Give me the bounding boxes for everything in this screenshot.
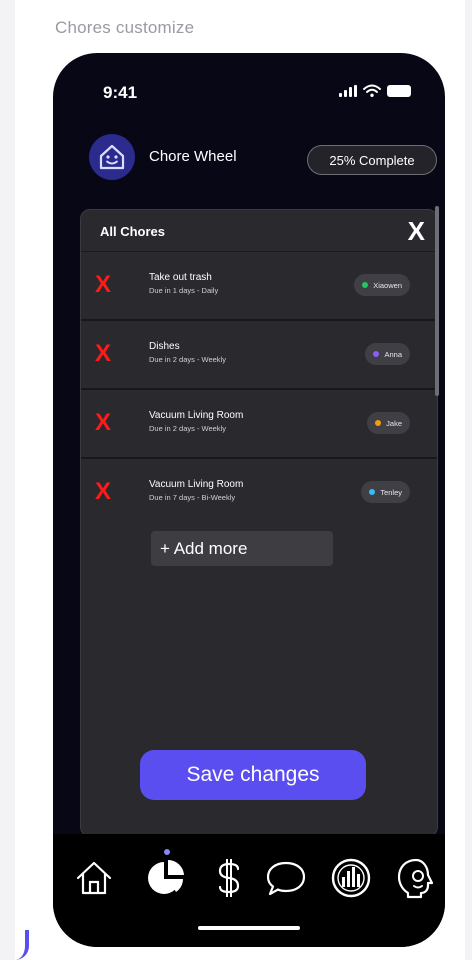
chore-due: Due in 1 days - Daily — [149, 286, 219, 295]
delete-chore-button[interactable]: X — [95, 479, 111, 505]
assignee-badge[interactable]: Anna — [365, 343, 410, 365]
tab-home[interactable] — [71, 855, 117, 901]
home-icon — [76, 861, 112, 895]
stats-icon — [331, 858, 371, 898]
app-header: Chore Wheel 25% Complete — [89, 133, 437, 185]
assignee-name: Jake — [386, 418, 402, 428]
assignee-badge[interactable]: Jake — [367, 412, 410, 434]
pie-chart-icon — [148, 860, 184, 894]
chore-name: Dishes — [149, 341, 180, 352]
status-icons — [339, 84, 411, 97]
progress-badge: 25% Complete — [307, 145, 437, 175]
chore-name: Take out trash — [149, 272, 212, 283]
assignee-color-dot — [373, 351, 380, 357]
phone-screen: 9:41 Chore Wheel 25% Complete All Chores… — [53, 53, 445, 947]
app-title: Chore Wheel — [149, 148, 237, 165]
delete-chore-button[interactable]: X — [95, 272, 111, 298]
tab-stats[interactable] — [328, 855, 374, 901]
app-logo-icon — [89, 134, 135, 180]
status-bar: 9:41 — [53, 53, 445, 133]
home-indicator — [198, 926, 300, 930]
chores-card: All Chores X X Take out trash Due in 1 d… — [80, 209, 438, 837]
chat-icon — [266, 861, 306, 896]
assignee-badge[interactable]: Xiaowen — [354, 274, 410, 296]
assignee-name: Xiaowen — [373, 280, 402, 290]
signal-icon — [339, 84, 357, 97]
chore-due: Due in 2 days - Weekly — [149, 355, 226, 364]
tab-profile[interactable] — [393, 855, 439, 901]
chore-due: Due in 2 days - Weekly — [149, 424, 226, 433]
tab-chores[interactable] — [143, 855, 189, 901]
assignee-color-dot — [369, 489, 376, 495]
frame-label: Chores customize — [55, 18, 195, 37]
tab-finances[interactable] — [206, 855, 252, 901]
save-changes-button[interactable]: Save changes — [140, 750, 366, 800]
assignee-badge[interactable]: Tenley — [361, 481, 410, 503]
close-button[interactable]: X — [408, 216, 425, 246]
chore-name: Vacuum Living Room — [149, 410, 244, 421]
dollar-icon — [218, 859, 240, 897]
chore-row[interactable]: X Vacuum Living Room Due in 7 days - Bi-… — [81, 459, 437, 528]
battery-icon — [387, 84, 411, 97]
assignee-color-dot — [375, 420, 382, 426]
assignee-color-dot — [362, 282, 369, 288]
delete-chore-button[interactable]: X — [95, 410, 111, 436]
add-more-button[interactable]: + Add more — [151, 531, 333, 566]
status-time: 9:41 — [103, 83, 138, 102]
assignee-name: Anna — [384, 349, 402, 359]
chore-name: Vacuum Living Room — [149, 479, 244, 490]
card-title: All Chores — [100, 224, 166, 239]
chore-row[interactable]: X Vacuum Living Room Due in 2 days - Wee… — [81, 390, 437, 459]
chore-due: Due in 7 days - Bi-Weekly — [149, 493, 236, 502]
wifi-icon — [363, 84, 381, 97]
chore-row[interactable]: X Dishes Due in 2 days - Weekly Anna — [81, 321, 437, 390]
accent-corner — [15, 930, 29, 960]
delete-chore-button[interactable]: X — [95, 341, 111, 367]
tab-messages[interactable] — [263, 855, 309, 901]
assignee-name: Tenley — [380, 487, 402, 497]
profile-icon — [397, 858, 434, 899]
bottom-tab-bar — [53, 834, 445, 947]
chore-row[interactable]: X Take out trash Due in 1 days - Daily X… — [81, 252, 437, 321]
scrollbar[interactable] — [435, 206, 439, 396]
card-header: All Chores X — [81, 210, 437, 252]
